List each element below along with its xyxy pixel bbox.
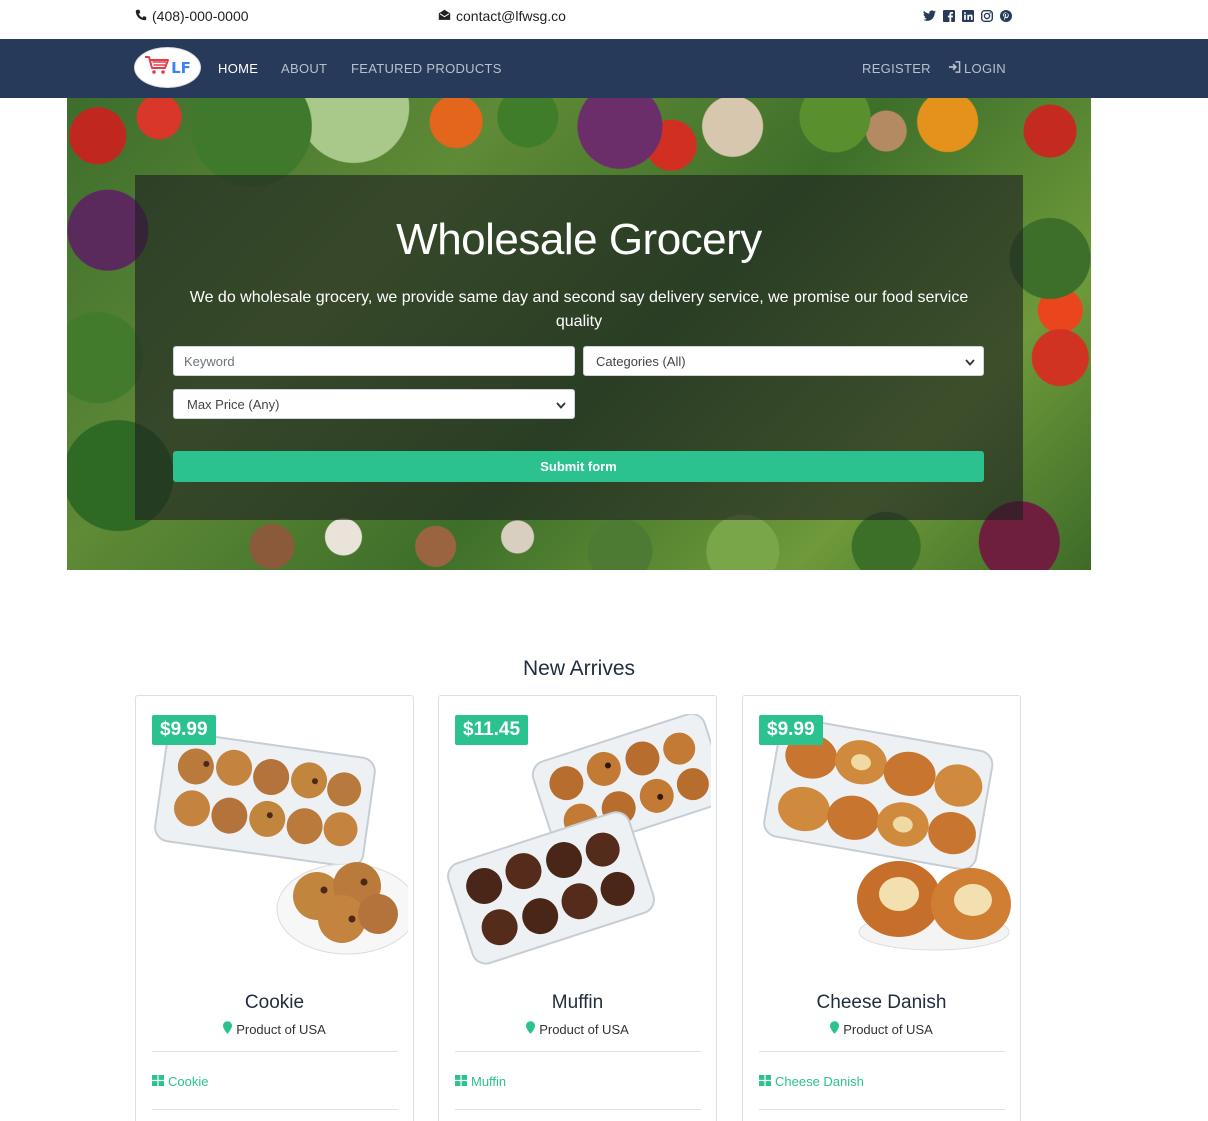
price-badge: $11.45 — [455, 715, 529, 745]
divider — [152, 1109, 398, 1110]
price-badge: $9.99 — [759, 715, 823, 745]
product-card[interactable]: $9.99 Cookie Product of USA Cookie — [135, 695, 414, 1121]
linkedin-icon[interactable] — [961, 9, 974, 22]
submit-button[interactable]: Submit form — [173, 451, 984, 482]
pinterest-icon[interactable] — [999, 9, 1012, 22]
site-logo[interactable]: LF — [135, 48, 200, 87]
price-badge: $9.99 — [152, 715, 216, 745]
category-link[interactable]: Cheese Danish — [759, 1074, 864, 1089]
nav-register[interactable]: REGISTER — [862, 61, 931, 76]
envelope-icon — [438, 8, 451, 24]
product-origin: Product of USA — [743, 1021, 1020, 1037]
chevron-down-icon — [965, 354, 975, 369]
origin-text: Product of USA — [539, 1021, 629, 1037]
max-price-select[interactable]: Max Price (Any) — [173, 389, 575, 419]
map-marker-icon — [830, 1021, 840, 1037]
map-marker-icon — [223, 1021, 233, 1037]
product-image[interactable] — [445, 714, 711, 969]
phone-contact[interactable]: (408)-000-0000 — [135, 8, 249, 24]
phone-number: (408)-000-0000 — [152, 8, 249, 24]
origin-text: Product of USA — [236, 1021, 326, 1037]
origin-text: Product of USA — [843, 1021, 933, 1037]
product-image[interactable] — [142, 714, 408, 969]
divider — [759, 1051, 1005, 1052]
product-card[interactable]: $11.45 Muffin Product of USA Muffin — [438, 695, 717, 1121]
product-name[interactable]: Muffin — [439, 992, 716, 1014]
th-large-icon — [455, 1074, 467, 1089]
categories-select[interactable]: Categories (All) — [583, 346, 984, 376]
logo-text: LF — [171, 58, 191, 77]
product-name[interactable]: Cookie — [136, 992, 413, 1014]
nav-home[interactable]: HOME — [218, 61, 258, 76]
search-panel: Wholesale Grocery We do wholesale grocer… — [135, 175, 1023, 520]
nav-about[interactable]: ABOUT — [281, 61, 327, 76]
chevron-down-icon — [556, 397, 566, 412]
facebook-icon[interactable] — [942, 9, 955, 22]
nav-login[interactable]: LOGIN — [948, 61, 1006, 76]
login-label: LOGIN — [964, 61, 1006, 76]
phone-icon — [135, 8, 147, 24]
hero-banner: Wholesale Grocery We do wholesale grocer… — [67, 98, 1091, 570]
th-large-icon — [152, 1074, 164, 1089]
shopping-cart-icon — [144, 55, 170, 80]
instagram-icon[interactable] — [980, 9, 993, 22]
th-large-icon — [759, 1074, 771, 1089]
product-origin: Product of USA — [439, 1021, 716, 1037]
divider — [759, 1109, 1005, 1110]
nav-featured-products[interactable]: FEATURED PRODUCTS — [351, 61, 502, 76]
divider — [455, 1109, 701, 1110]
category-label: Cheese Danish — [775, 1074, 864, 1089]
max-price-selected: Max Price (Any) — [187, 396, 280, 412]
keyword-input[interactable]: Keyword — [173, 346, 575, 376]
hero-subtitle: We do wholesale grocery, we provide same… — [189, 289, 969, 330]
social-links — [923, 9, 1012, 22]
hero-title: Wholesale Grocery — [396, 215, 762, 264]
email-contact[interactable]: contact@lfwsg.co — [438, 8, 566, 24]
sign-in-icon — [948, 61, 961, 76]
keyword-placeholder: Keyword — [184, 353, 235, 369]
product-origin: Product of USA — [136, 1021, 413, 1037]
section-title: New Arrives — [522, 657, 636, 680]
product-card[interactable]: $9.99 Cheese Danish Product of USA Chees… — [742, 695, 1021, 1121]
email-address: contact@lfwsg.co — [456, 8, 566, 24]
main-navbar: LF HOME ABOUT FEATURED PRODUCTS REGISTER… — [0, 39, 1208, 98]
category-link[interactable]: Cookie — [152, 1074, 208, 1089]
map-marker-icon — [526, 1021, 536, 1037]
product-name[interactable]: Cheese Danish — [743, 992, 1020, 1014]
category-link[interactable]: Muffin — [455, 1074, 506, 1089]
twitter-icon[interactable] — [923, 9, 936, 22]
category-label: Cookie — [168, 1074, 209, 1089]
category-label: Muffin — [471, 1074, 507, 1089]
product-image[interactable] — [749, 714, 1015, 969]
divider — [152, 1051, 398, 1052]
divider — [455, 1051, 701, 1052]
top-info-bar: (408)-000-0000 contact@lfwsg.co — [0, 0, 1208, 39]
categories-selected: Categories (All) — [596, 353, 686, 369]
